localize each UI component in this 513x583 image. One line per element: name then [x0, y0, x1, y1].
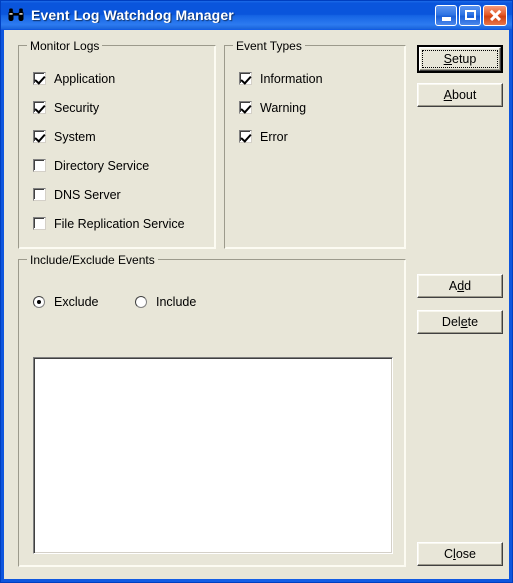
radio-include[interactable]: Include — [135, 294, 196, 310]
checkbox-label: File Replication Service — [54, 216, 185, 231]
checkbox-indicator — [33, 159, 46, 172]
monitor-logs-group: Monitor Logs Application Security System… — [18, 39, 216, 249]
checkbox-label: Error — [260, 129, 288, 144]
checkbox-error[interactable]: Error — [239, 128, 288, 145]
checkbox-label: Information — [260, 71, 323, 86]
setup-button[interactable]: Setup — [417, 45, 503, 73]
delete-button-label: Delete — [441, 315, 479, 329]
delete-button[interactable]: Delete — [417, 310, 503, 334]
checkbox-indicator — [33, 217, 46, 230]
setup-button-label: Setup — [443, 52, 477, 66]
checkbox-indicator — [33, 188, 46, 201]
maximize-button[interactable] — [459, 4, 481, 26]
include-exclude-title: Include/Exclude Events — [27, 253, 158, 267]
checkbox-label: DNS Server — [54, 187, 121, 202]
radio-indicator — [33, 296, 45, 308]
close-button-label: Close — [444, 547, 476, 561]
minimize-button[interactable] — [435, 4, 457, 26]
application-window: Event Log Watchdog Manager Monitor Logs … — [0, 0, 513, 583]
checkbox-label: System — [54, 129, 96, 144]
title-bar[interactable]: Event Log Watchdog Manager — [1, 1, 512, 29]
event-types-title: Event Types — [233, 39, 305, 53]
checkbox-indicator — [33, 101, 46, 114]
window-title: Event Log Watchdog Manager — [31, 7, 234, 23]
close-button[interactable] — [483, 4, 507, 26]
maximize-icon — [464, 10, 476, 20]
close-dialog-button[interactable]: Close — [417, 542, 503, 566]
dialog-client-area: Monitor Logs Application Security System… — [4, 30, 509, 579]
checkbox-indicator — [239, 130, 252, 143]
checkbox-indicator — [33, 130, 46, 143]
checkbox-dns-server[interactable]: DNS Server — [33, 186, 121, 203]
checkbox-indicator — [239, 101, 252, 114]
checkbox-label: Directory Service — [54, 158, 150, 173]
checkbox-label: Application — [54, 71, 116, 86]
add-button-label: Add — [448, 279, 472, 293]
add-button[interactable]: Add — [417, 274, 503, 298]
checkbox-information[interactable]: Information — [239, 70, 323, 87]
binoculars-icon — [7, 6, 25, 24]
monitor-logs-title: Monitor Logs — [27, 39, 103, 53]
about-button[interactable]: About — [417, 83, 503, 107]
close-icon — [489, 9, 501, 21]
checkbox-file-replication-service[interactable]: File Replication Service — [33, 215, 185, 232]
radio-label: Include — [156, 295, 197, 309]
checkbox-label: Warning — [260, 100, 307, 115]
checkbox-security[interactable]: Security — [33, 99, 99, 116]
checkbox-warning[interactable]: Warning — [239, 99, 306, 116]
checkbox-application[interactable]: Application — [33, 70, 115, 87]
radio-exclude[interactable]: Exclude — [33, 294, 98, 310]
event-types-group: Event Types Information Warning Error — [224, 39, 406, 249]
checkbox-indicator — [33, 72, 46, 85]
include-exclude-events-group: Include/Exclude Events Exclude Include — [18, 253, 406, 567]
minimize-icon — [441, 16, 451, 21]
radio-indicator — [135, 296, 147, 308]
events-listbox[interactable] — [33, 357, 393, 554]
checkbox-label: Security — [54, 100, 100, 115]
radio-label: Exclude — [54, 295, 99, 309]
checkbox-directory-service[interactable]: Directory Service — [33, 157, 149, 174]
caption-button-group — [435, 4, 509, 26]
checkbox-indicator — [239, 72, 252, 85]
checkbox-system[interactable]: System — [33, 128, 96, 145]
about-button-label: About — [443, 88, 477, 102]
